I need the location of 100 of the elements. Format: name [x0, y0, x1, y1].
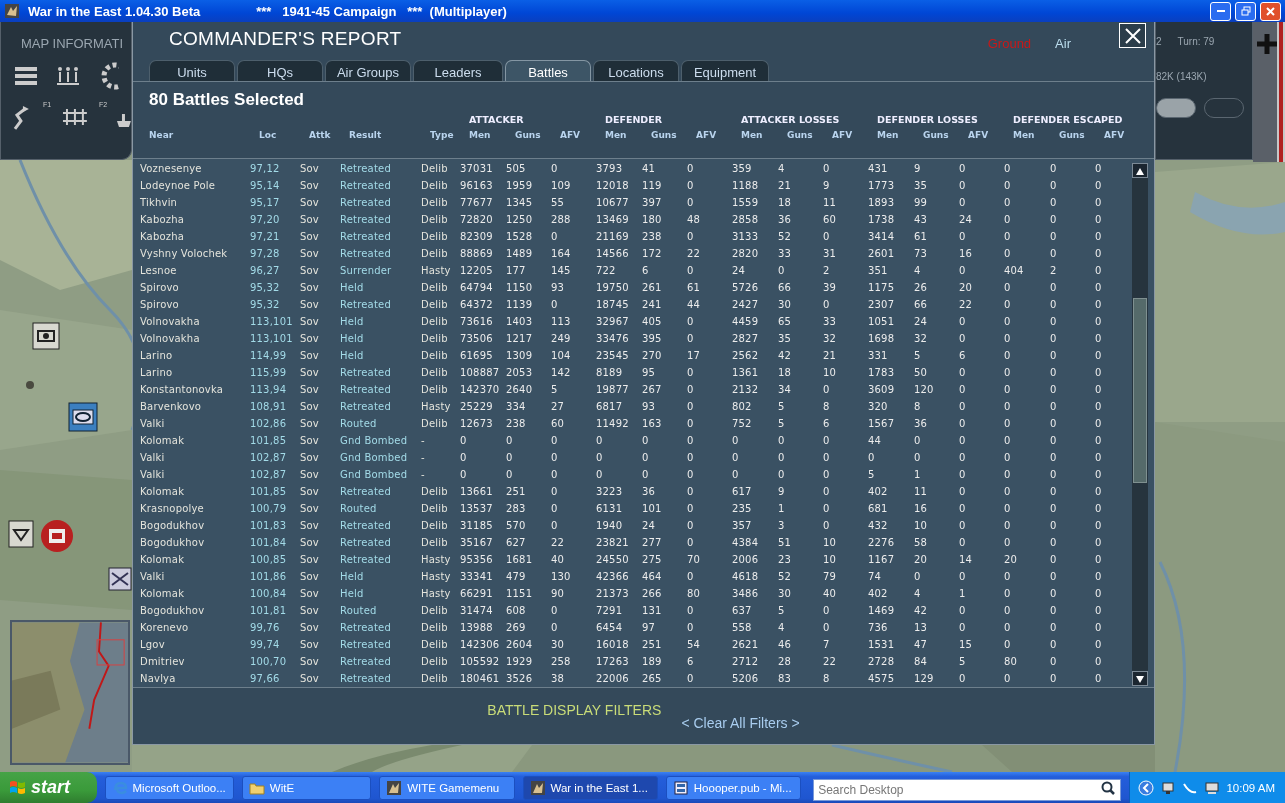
tab[interactable]: Locations [593, 60, 679, 81]
table-cell: 36 [914, 418, 928, 429]
table-cell: 1489 [506, 248, 533, 259]
table-cell: 0 [959, 469, 966, 480]
column-header[interactable]: AFV [696, 129, 717, 140]
column-header[interactable]: Near [149, 129, 174, 140]
table-cell: 1 [914, 469, 921, 480]
table-cell: 38 [551, 673, 565, 684]
table-cell: 39 [823, 282, 837, 293]
table-cell: 0 [687, 316, 694, 327]
table-cell: 0 [642, 469, 649, 480]
taskbar-button[interactable]: WITE Gamemenu [379, 775, 515, 800]
taskbar-button[interactable]: Hoooper.pub - Mi... [665, 775, 802, 800]
table-cell: Kabozha [140, 231, 185, 242]
table-cell: 0 [1095, 622, 1102, 633]
table-cell: 0 [1095, 350, 1102, 361]
panel-title: MAP INFORMATI [20, 35, 125, 51]
table-cell: 26 [914, 282, 928, 293]
table-cell: 6454 [596, 622, 623, 633]
tab[interactable]: Leaders [413, 60, 503, 81]
column-header[interactable]: Men [877, 129, 899, 140]
table-cell: 54 [687, 639, 701, 650]
column-header[interactable]: Guns [651, 129, 677, 140]
column-header[interactable]: AFV [832, 129, 853, 140]
column-header[interactable]: Attk [309, 129, 331, 140]
taskbar-button[interactable]: Microsoft Outloo... [104, 775, 234, 800]
column-header[interactable]: Guns [1059, 129, 1085, 140]
table-cell: 101,84 [250, 537, 287, 548]
taskbar-button[interactable]: War in the East 1... [522, 775, 658, 800]
table-cell: 404 [1004, 265, 1024, 276]
table-cell: Delib [421, 656, 448, 667]
table-cell: Sov [300, 537, 319, 548]
group-header: ATTACKER [469, 114, 524, 125]
column-header[interactable]: AFV [560, 129, 581, 140]
tab[interactable]: Units [149, 60, 235, 81]
table-cell: 0 [823, 435, 830, 446]
table-cell: 101,85 [250, 486, 287, 497]
table-cell: Sov [300, 605, 319, 616]
column-header[interactable]: Men [1013, 129, 1035, 140]
table-cell: Retreated [340, 180, 391, 191]
table-cell: 0 [1050, 231, 1057, 242]
table-cell: 12205 [460, 265, 493, 276]
table-cell: 102,87 [250, 452, 287, 463]
table-cell: 14566 [596, 248, 629, 259]
table-cell: Delib [421, 503, 448, 514]
table-cell: 0 [460, 452, 467, 463]
table-cell: 47 [914, 639, 928, 650]
mode-toggle[interactable]: Air [1055, 36, 1071, 51]
table-cell: 70 [687, 554, 701, 565]
table-cell: Delib [421, 384, 448, 395]
table-cell: 11 [823, 197, 837, 208]
search-field[interactable]: Search Desktop [813, 778, 1122, 801]
column-header[interactable]: AFV [1104, 129, 1125, 140]
column-header[interactable]: Guns [515, 129, 541, 140]
table-cell: Bogodukhov [140, 605, 205, 616]
table-cell: Gnd Bombed [340, 452, 408, 463]
table-cell: 0 [1095, 367, 1102, 378]
table-cell: 31185 [460, 520, 493, 531]
table-cell: 22006 [596, 673, 629, 684]
table-cell: 570 [506, 520, 526, 531]
table-cell: 405 [642, 316, 662, 327]
table-cell: 0 [1050, 486, 1057, 497]
table-cell: 21 [778, 180, 792, 191]
table-cell: Delib [421, 486, 448, 497]
clear-filters-link[interactable]: < Clear All Filters > [681, 702, 800, 743]
table-cell: Retreated [340, 401, 391, 412]
column-header[interactable]: Men [741, 129, 763, 140]
table-cell: 6 [642, 265, 649, 276]
table-cell: 64372 [460, 299, 493, 310]
tab[interactable]: Battles [505, 60, 591, 81]
table-cell: 4 [914, 588, 921, 599]
table-cell: 802 [732, 401, 752, 412]
table-cell: 3609 [868, 384, 895, 395]
table-cell: 100,85 [250, 554, 287, 565]
table-cell: 0 [1004, 639, 1011, 650]
column-header[interactable]: Result [349, 129, 382, 140]
table-cell: 267 [642, 384, 662, 395]
column-header[interactable]: Type [430, 129, 454, 140]
column-header[interactable]: Loc [259, 129, 277, 140]
table-cell: 0 [1004, 673, 1011, 684]
column-header[interactable]: Men [605, 129, 627, 140]
column-header[interactable]: Guns [923, 129, 949, 140]
start-button[interactable]: start [0, 772, 97, 803]
table-cell: 55 [551, 197, 565, 208]
tab[interactable]: HQs [237, 60, 323, 81]
column-header[interactable]: Guns [787, 129, 813, 140]
column-header[interactable]: Men [469, 129, 491, 140]
tab[interactable]: Air Groups [325, 60, 411, 81]
table-cell: Retreated [340, 163, 391, 174]
table-cell: 101,83 [250, 520, 287, 531]
table-cell: 0 [959, 367, 966, 378]
table-cell: 42 [778, 350, 792, 361]
table-cell: Sov [300, 656, 319, 667]
tab[interactable]: Equipment [681, 60, 769, 81]
table-cell: Volnovakha [140, 333, 200, 344]
table-cell: 251 [506, 486, 526, 497]
taskbar-button[interactable]: WitE [241, 775, 372, 800]
column-header[interactable]: AFV [968, 129, 989, 140]
table-cell: Hasty [421, 265, 451, 276]
table-cell: Delib [421, 299, 448, 310]
